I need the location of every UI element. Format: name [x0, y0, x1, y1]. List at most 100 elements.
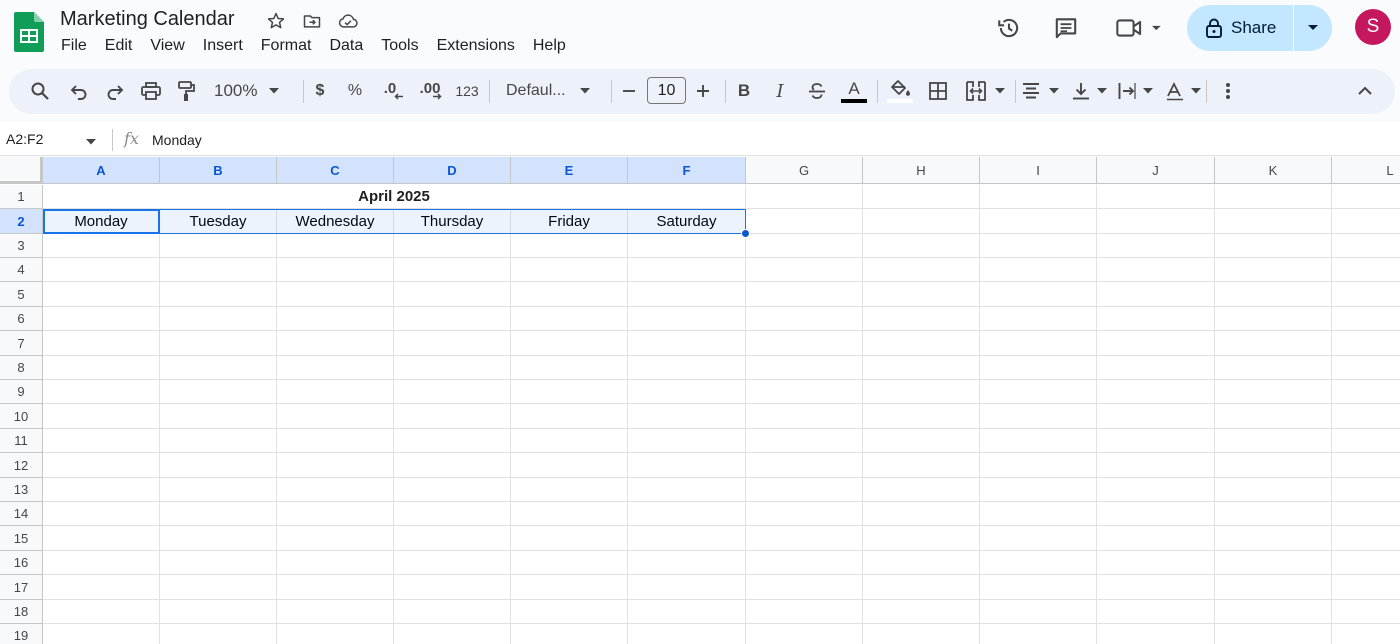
row-header-16[interactable]: 16 — [0, 551, 43, 575]
cell-l1[interactable] — [1332, 185, 1400, 209]
cell-b16[interactable] — [160, 551, 277, 575]
cell-a11[interactable] — [43, 429, 160, 453]
cell-f2[interactable]: Saturday — [628, 209, 746, 234]
cell-d19[interactable] — [394, 624, 511, 644]
row-header-17[interactable]: 17 — [0, 575, 43, 600]
cell-g19[interactable] — [746, 624, 863, 644]
cell-b2[interactable]: Tuesday — [160, 209, 277, 234]
row-header-10[interactable]: 10 — [0, 404, 43, 429]
cell-j3[interactable] — [1097, 234, 1215, 258]
increase-decimal-button[interactable]: .00 — [415, 77, 445, 105]
cell-b19[interactable] — [160, 624, 277, 644]
cell-e2[interactable]: Friday — [511, 209, 628, 234]
move-folder-icon[interactable] — [300, 9, 324, 33]
cell-h18[interactable] — [863, 600, 980, 624]
cell-b10[interactable] — [160, 404, 277, 429]
menu-extensions[interactable]: Extensions — [428, 36, 524, 56]
cell-h9[interactable] — [863, 380, 980, 404]
cell-l5[interactable] — [1332, 282, 1400, 307]
cell-k19[interactable] — [1215, 624, 1332, 644]
text-color-button[interactable]: A — [840, 77, 868, 105]
cell-g3[interactable] — [746, 234, 863, 258]
undo-icon[interactable] — [66, 77, 92, 105]
cell-d10[interactable] — [394, 404, 511, 429]
cell-c17[interactable] — [277, 575, 394, 600]
cell-d8[interactable] — [394, 356, 511, 380]
cell-g18[interactable] — [746, 600, 863, 624]
align-icon[interactable] — [1019, 77, 1069, 105]
cell-l8[interactable] — [1332, 356, 1400, 380]
cell-d15[interactable] — [394, 526, 511, 551]
cell-i4[interactable] — [980, 258, 1097, 282]
cell-g8[interactable] — [746, 356, 863, 380]
cell-k16[interactable] — [1215, 551, 1332, 575]
cell-g11[interactable] — [746, 429, 863, 453]
row-header-2[interactable]: 2 — [0, 209, 43, 234]
cell-h6[interactable] — [863, 307, 980, 331]
cell-j8[interactable] — [1097, 356, 1215, 380]
row-header-14[interactable]: 14 — [0, 502, 43, 526]
search-icon[interactable] — [27, 77, 53, 105]
cell-j13[interactable] — [1097, 478, 1215, 502]
cell-l2[interactable] — [1332, 209, 1400, 234]
cell-g5[interactable] — [746, 282, 863, 307]
cell-b8[interactable] — [160, 356, 277, 380]
cell-a2[interactable]: Monday — [43, 209, 160, 234]
cell-k1[interactable] — [1215, 185, 1332, 209]
cell-c4[interactable] — [277, 258, 394, 282]
cell-a17[interactable] — [43, 575, 160, 600]
cell-e11[interactable] — [511, 429, 628, 453]
cell-k4[interactable] — [1215, 258, 1332, 282]
percent-format-button[interactable]: % — [344, 77, 366, 105]
cell-g13[interactable] — [746, 478, 863, 502]
spreadsheet-grid[interactable]: April 2025 A B C D E F G H I J K L 1 2 Monday Tuesday We… — [0, 157, 1400, 644]
cell-f16[interactable] — [628, 551, 746, 575]
cell-e3[interactable] — [511, 234, 628, 258]
cell-k9[interactable] — [1215, 380, 1332, 404]
borders-icon[interactable] — [925, 77, 951, 105]
cell-f3[interactable] — [628, 234, 746, 258]
row-header-6[interactable]: 6 — [0, 307, 43, 331]
cell-i6[interactable] — [980, 307, 1097, 331]
cell-b11[interactable] — [160, 429, 277, 453]
column-header-e[interactable]: E — [511, 157, 628, 184]
cell-h7[interactable] — [863, 331, 980, 356]
cell-g9[interactable] — [746, 380, 863, 404]
cell-a18[interactable] — [43, 600, 160, 624]
number-format-button[interactable]: 123 — [453, 77, 481, 105]
cell-a10[interactable] — [43, 404, 160, 429]
cell-e15[interactable] — [511, 526, 628, 551]
cell-f7[interactable] — [628, 331, 746, 356]
cell-b18[interactable] — [160, 600, 277, 624]
row-header-7[interactable]: 7 — [0, 331, 43, 356]
cell-h15[interactable] — [863, 526, 980, 551]
share-button[interactable]: Share — [1187, 5, 1293, 51]
cell-l9[interactable] — [1332, 380, 1400, 404]
cell-f9[interactable] — [628, 380, 746, 404]
select-all-corner[interactable] — [0, 157, 43, 184]
cell-c10[interactable] — [277, 404, 394, 429]
cell-a3[interactable] — [43, 234, 160, 258]
cell-d13[interactable] — [394, 478, 511, 502]
wrap-icon[interactable] — [1115, 77, 1161, 105]
cell-j9[interactable] — [1097, 380, 1215, 404]
cell-l18[interactable] — [1332, 600, 1400, 624]
avatar[interactable]: S — [1355, 9, 1391, 45]
cell-i3[interactable] — [980, 234, 1097, 258]
cell-e19[interactable] — [511, 624, 628, 644]
cell-i11[interactable] — [980, 429, 1097, 453]
cell-i7[interactable] — [980, 331, 1097, 356]
valign-icon[interactable] — [1069, 77, 1117, 105]
cell-c19[interactable] — [277, 624, 394, 644]
cell-i8[interactable] — [980, 356, 1097, 380]
cell-d17[interactable] — [394, 575, 511, 600]
cell-k8[interactable] — [1215, 356, 1332, 380]
cell-i2[interactable] — [980, 209, 1097, 234]
cell-i1[interactable] — [980, 185, 1097, 209]
menu-edit[interactable]: Edit — [96, 36, 142, 56]
cell-f19[interactable] — [628, 624, 746, 644]
cell-h2[interactable] — [863, 209, 980, 234]
column-header-l[interactable]: L — [1332, 157, 1400, 184]
name-box-dropdown-icon[interactable] — [86, 132, 96, 150]
cell-k2[interactable] — [1215, 209, 1332, 234]
